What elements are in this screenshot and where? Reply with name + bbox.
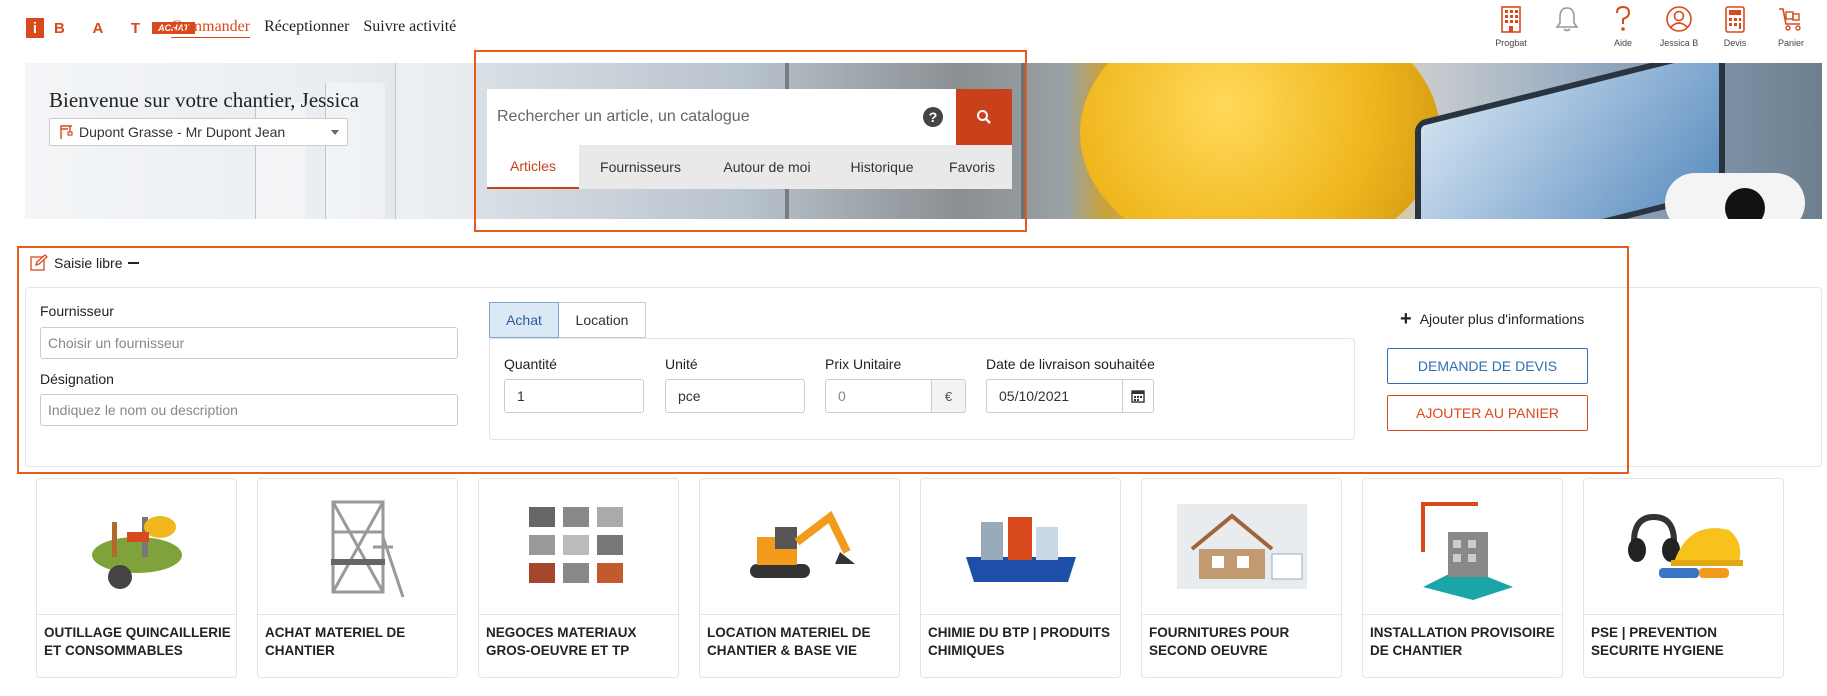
hero-helmet — [1080, 63, 1440, 219]
category-card[interactable]: LOCATION MATERIEL DE CHANTIER & BASE VIE — [699, 478, 900, 678]
nav-commander[interactable]: Commander — [171, 18, 251, 38]
account-label: Jessica B — [1659, 38, 1699, 48]
materials-icon — [528, 506, 623, 583]
bell-icon — [1555, 7, 1579, 32]
panier-button[interactable]: Panier — [1763, 4, 1819, 48]
devis-button[interactable]: Devis — [1707, 4, 1763, 48]
category-card[interactable]: FOURNITURES POUR SECOND OEUVRE — [1141, 478, 1342, 678]
nav-suivre-activite[interactable]: Suivre activité — [363, 18, 456, 38]
category-name: OUTILLAGE QUINCAILLERIE ET CONSOMMABLES — [44, 625, 231, 658]
category-name: CHIMIE DU BTP | PRODUITS CHIMIQUES — [928, 625, 1111, 658]
aide-label: Aide — [1613, 38, 1632, 48]
category-card[interactable]: INSTALLATION PROVISOIRE DE CHANTIER — [1362, 478, 1563, 678]
devis-label: Devis — [1723, 38, 1747, 48]
category-card[interactable]: OUTILLAGE QUINCAILLERIE ET CONSOMMABLES — [36, 478, 237, 678]
category-image — [1142, 479, 1341, 615]
category-name: LOCATION MATERIEL DE CHANTIER & BASE VIE — [707, 625, 871, 658]
ibat-logo[interactable]: i B A T ACHAT — [26, 18, 195, 38]
excavator-icon — [749, 510, 855, 578]
site-selector[interactable]: Dupont Grasse - Mr Dupont Jean — [49, 118, 348, 146]
category-name: NEGOCES MATERIAUX GROS-OEUVRE ET TP — [486, 625, 637, 658]
building-icon — [1501, 6, 1521, 33]
category-name: ACHAT MATERIEL DE CHANTIER — [265, 625, 406, 658]
notifications-button[interactable] — [1539, 4, 1595, 48]
category-name: PSE | PREVENTION SECURITE HYGIENE — [1591, 625, 1724, 658]
chevron-down-icon — [331, 130, 339, 135]
site-selector-value: Dupont Grasse - Mr Dupont Jean — [79, 124, 286, 140]
category-card[interactable]: ACHAT MATERIEL DE CHANTIER — [257, 478, 458, 678]
logo-i: i — [26, 18, 44, 38]
category-image — [1363, 479, 1562, 615]
category-image — [258, 479, 457, 615]
house-frame-icon — [1176, 504, 1307, 589]
logo-letters: B A T — [54, 19, 153, 37]
saisie-highlight-frame — [17, 246, 1629, 474]
safety-gear-icon — [1627, 513, 1743, 578]
category-image — [479, 479, 678, 615]
category-image — [1584, 479, 1783, 615]
category-image — [700, 479, 899, 615]
category-name: FOURNITURES POUR SECOND OEUVRE — [1149, 625, 1290, 658]
progbat-button[interactable]: Progbat — [1483, 4, 1539, 48]
category-card[interactable]: NEGOCES MATERIAUX GROS-OEUVRE ET TP — [478, 478, 679, 678]
user-icon — [1666, 6, 1692, 32]
crane-icon — [60, 125, 73, 139]
category-image — [37, 479, 236, 615]
scaffold-icon — [330, 500, 404, 597]
cart-icon — [1779, 8, 1801, 31]
site-installation-icon — [1420, 501, 1513, 600]
calculator-icon — [1725, 6, 1745, 33]
hero-building — [395, 63, 475, 219]
aide-button[interactable]: Aide — [1595, 4, 1651, 48]
panier-label: Panier — [1777, 38, 1804, 48]
category-image — [921, 479, 1120, 615]
top-icons: Progbat Aide Jessica B Devis Panier — [1483, 4, 1819, 48]
category-card[interactable]: CHIMIE DU BTP | PRODUITS CHIMIQUES — [920, 478, 1121, 678]
category-card[interactable]: PSE | PREVENTION SECURITE HYGIENE — [1583, 478, 1784, 678]
search-highlight-frame — [474, 50, 1027, 232]
nav-receptionner[interactable]: Réceptionner — [264, 18, 349, 38]
account-button[interactable]: Jessica B — [1651, 4, 1707, 48]
question-icon — [1616, 5, 1631, 31]
category-grid: OUTILLAGE QUINCAILLERIE ET CONSOMMABLES … — [36, 478, 1784, 678]
progbat-label: Progbat — [1495, 38, 1527, 48]
tools-wheelbarrow-icon — [91, 515, 182, 589]
main-nav: Commander Réceptionner Suivre activité — [171, 18, 456, 38]
chemicals-icon — [965, 516, 1076, 582]
welcome-title: Bienvenue sur votre chantier, Jessica — [49, 88, 359, 112]
category-name: INSTALLATION PROVISOIRE DE CHANTIER — [1370, 625, 1555, 658]
